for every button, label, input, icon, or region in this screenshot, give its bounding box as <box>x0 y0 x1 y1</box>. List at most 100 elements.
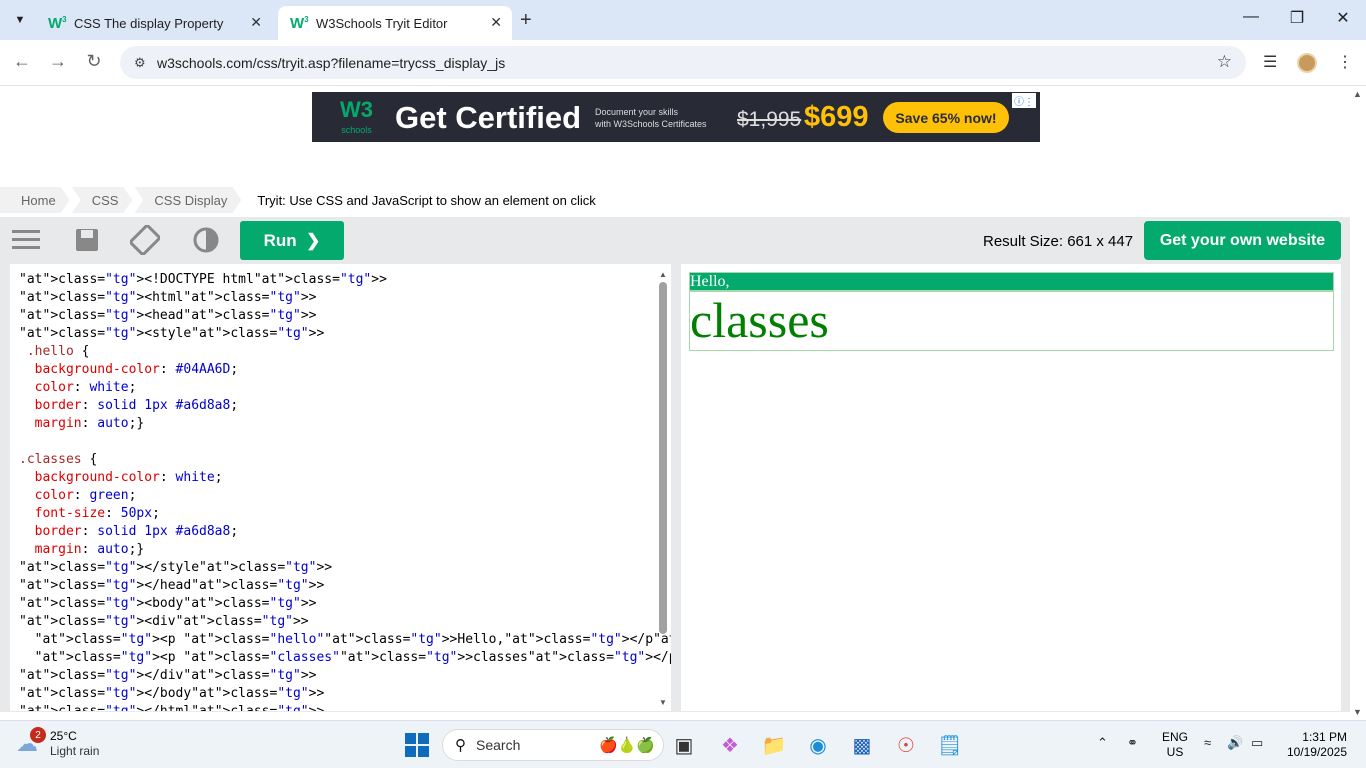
copilot-icon[interactable]: ❖ <box>716 731 744 759</box>
site-info-icon[interactable]: ⚙ <box>134 55 148 71</box>
code-line: margin: auto;} <box>34 542 145 557</box>
result-hello-paragraph: Hello, <box>689 272 1334 291</box>
search-icon: ⚲ <box>455 737 466 754</box>
result-frame: Hello, classes <box>681 264 1341 711</box>
ad-old-price: $1,995 <box>737 108 802 131</box>
editor-frame: "at">class="tg"><!DOCTYPE html"at">class… <box>0 264 1350 712</box>
weather-widget[interactable]: ☁ 2 25°C Light rain <box>16 727 99 759</box>
battery-icon[interactable]: ▭ <box>1251 735 1263 751</box>
forward-icon[interactable]: → <box>46 51 70 72</box>
breadcrumb-css[interactable]: CSS <box>72 187 133 213</box>
minimize-icon[interactable]: — <box>1236 8 1266 26</box>
back-icon[interactable]: ← <box>10 51 34 72</box>
media-control-icon[interactable]: ☰ <box>1263 52 1277 72</box>
ad-subtext: Document your skills with W3Schools Certi… <box>595 107 707 129</box>
tab-title: CSS The display Property <box>74 15 224 31</box>
tab-css-display[interactable]: W3 CSS The display Property ✕ <box>36 6 272 40</box>
clock[interactable]: 1:31 PM 10/19/2025 <box>1284 730 1347 760</box>
code-scrollbar[interactable]: ▲ ▼ <box>658 270 668 710</box>
reload-icon[interactable]: ↻ <box>82 51 106 72</box>
page-scrollbar[interactable]: ▲ ▼ <box>1350 87 1366 719</box>
ad-headline: Get Certified <box>395 100 582 135</box>
code-line: "at">class="tg"><p "at">class="hello""at… <box>34 632 671 647</box>
scroll-down-icon[interactable]: ▼ <box>658 698 668 707</box>
close-window-icon[interactable]: ✕ <box>1328 8 1358 28</box>
w3schools-favicon-icon: W3 <box>48 14 67 32</box>
code-line: color: white; <box>34 380 137 395</box>
task-view-icon[interactable]: ▣ <box>670 731 698 759</box>
tab-title: W3Schools Tryit Editor <box>316 15 448 31</box>
show-hidden-icons[interactable]: ⌃ <box>1097 735 1108 751</box>
scroll-down-icon[interactable]: ▼ <box>1353 707 1362 717</box>
scroll-up-icon[interactable]: ▲ <box>658 270 668 279</box>
chevron-right-icon: ❯ <box>306 230 321 250</box>
ad-cta-button[interactable]: Save 65% now! <box>883 102 1009 133</box>
theme-contrast-icon[interactable] <box>191 226 221 254</box>
code-line: "at">class="tg"><div"at">class="tg">> <box>19 614 309 629</box>
new-tab-icon[interactable]: + <box>520 9 532 32</box>
get-own-website-button[interactable]: Get your own website <box>1144 221 1341 260</box>
rotate-orientation-icon[interactable] <box>130 225 160 255</box>
code-line: "at">class="tg"><style"at">class="tg">> <box>19 326 325 341</box>
profile-avatar[interactable] <box>1297 53 1317 73</box>
file-explorer-icon[interactable]: 📁 <box>760 731 788 759</box>
weather-temp: 25°C <box>50 729 77 743</box>
code-line: "at">class="tg"></style"at">class="tg">> <box>19 560 333 575</box>
code-line: "at">class="tg"><head"at">class="tg">> <box>19 308 317 323</box>
ad-info-icon[interactable]: ⓘ⋮ <box>1012 93 1036 108</box>
network-status-icon[interactable]: ⚭ <box>1127 735 1138 751</box>
w3schools-logo: W3 schools <box>340 97 373 136</box>
close-tab-icon[interactable]: ✕ <box>490 14 502 31</box>
code-line: color: green; <box>34 488 137 503</box>
code-line: background-color: white; <box>34 470 223 485</box>
ad-new-price: $699 <box>804 101 869 133</box>
restore-icon[interactable]: ❐ <box>1282 8 1312 28</box>
tab-search-button[interactable]: ▼ <box>6 6 34 34</box>
browser-toolbar: ← → ↻ ⚙ w3schools.com/css/tryit.asp?file… <box>0 40 1366 86</box>
search-label: Search <box>476 737 521 753</box>
code-text[interactable]: "at">class="tg"><!DOCTYPE html"at">class… <box>19 271 671 711</box>
bookmark-star-icon[interactable]: ☆ <box>1217 52 1232 72</box>
w3schools-favicon-icon: W3 <box>290 14 309 32</box>
address-bar[interactable]: ⚙ w3schools.com/css/tryit.asp?filename=t… <box>120 46 1246 79</box>
code-line: "at">class="tg"></html"at">class="tg">> <box>19 703 671 711</box>
code-line: margin: auto;} <box>34 416 145 431</box>
code-line: "at">class="tg"></head"at">class="tg">> <box>19 578 325 593</box>
menu-dots-icon[interactable]: ⋮ <box>1337 52 1353 72</box>
code-line: "at">class="tg"></body"at">class="tg">> <box>19 686 325 701</box>
taskbar-search[interactable]: ⚲ Search 🍎🍐🍏 <box>442 729 664 761</box>
chevron-down-icon: ▼ <box>14 14 26 26</box>
code-line: "at">class="tg"><body"at">class="tg">> <box>19 596 317 611</box>
wifi-icon[interactable]: ≈ <box>1204 735 1211 750</box>
run-button[interactable]: Run ❯ <box>240 221 344 260</box>
breadcrumb: Home CSS CSS Display Tryit: Use CSS and … <box>0 187 596 213</box>
microsoft-store-icon[interactable]: ▩ <box>848 731 876 759</box>
language-indicator[interactable]: ENG US <box>1162 730 1188 760</box>
code-line: .classes { <box>19 452 98 467</box>
code-line: "at">class="tg"><p "at">class="classes""… <box>34 650 671 665</box>
close-tab-icon[interactable]: ✕ <box>250 14 262 31</box>
code-line: border: solid 1px #a6d8a8; <box>34 524 239 539</box>
scroll-up-icon[interactable]: ▲ <box>1353 89 1362 99</box>
code-line: background-color: #04AA6D; <box>34 362 239 377</box>
scrollbar-thumb[interactable] <box>659 282 667 634</box>
code-line: "at">class="tg"></div"at">class="tg">> <box>19 668 317 683</box>
chrome-icon[interactable]: ☉ <box>892 731 920 759</box>
menu-icon[interactable] <box>11 226 41 254</box>
url-text[interactable]: w3schools.com/css/tryit.asp?filename=try… <box>157 55 505 71</box>
windows-start-icon[interactable] <box>405 733 429 757</box>
notification-badge: 2 <box>30 727 46 743</box>
certification-ad-banner[interactable]: W3 schools Get Certified Document your sk… <box>312 92 1040 142</box>
code-editor[interactable]: "at">class="tg"><!DOCTYPE html"at">class… <box>10 264 671 711</box>
code-line: "at">class="tg"><!DOCTYPE html"at">class… <box>19 272 387 287</box>
breadcrumb-home[interactable]: Home <box>0 187 70 213</box>
breadcrumb-css-display[interactable]: CSS Display <box>134 187 241 213</box>
result-classes-paragraph: classes <box>689 291 1334 351</box>
edge-icon[interactable]: ◉ <box>804 731 832 759</box>
code-line: "at">class="tg"><html"at">class="tg">> <box>19 290 317 305</box>
tab-tryit-editor[interactable]: W3 W3Schools Tryit Editor ✕ <box>278 6 512 40</box>
notepad-icon[interactable]: 🗒 <box>936 731 964 759</box>
volume-icon[interactable]: 🔊 <box>1227 735 1243 751</box>
save-icon[interactable] <box>72 226 102 254</box>
